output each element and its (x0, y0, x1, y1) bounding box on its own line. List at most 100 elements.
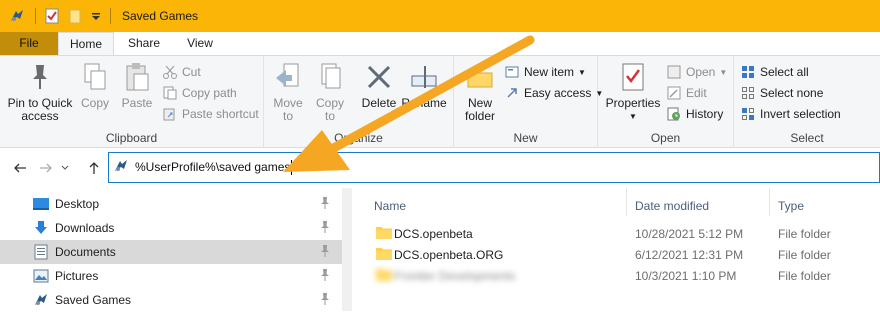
window-title: Saved Games (122, 9, 199, 23)
tab-home[interactable]: Home (58, 32, 114, 56)
open-group-label: Open (650, 131, 681, 145)
desktop-icon (33, 196, 49, 212)
file-name-blurred: Frontier Developments (394, 269, 516, 283)
column-header-name[interactable]: Name (374, 196, 406, 216)
address-input[interactable]: %UserProfile%\saved games (135, 159, 293, 176)
pin-to-quick-access-button[interactable]: Pin to Quick access (4, 62, 76, 123)
easy-access-icon (504, 85, 520, 101)
clipboard-group-label: Clipboard (105, 131, 158, 145)
properties-button[interactable]: Properties ▼ (602, 62, 664, 123)
new-folder-button[interactable]: New folder (460, 62, 500, 123)
paste-shortcut-label: Paste shortcut (182, 107, 259, 121)
qat-separator (110, 8, 111, 24)
file-date: 10/3/2021 1:10 PM (635, 269, 737, 283)
pinned-icon[interactable] (318, 292, 332, 306)
select-all-button[interactable]: Select all (740, 62, 809, 82)
edit-icon (666, 85, 682, 101)
new-item-button[interactable]: New item ▼ (504, 62, 586, 82)
open-icon (666, 64, 682, 80)
copy-icon (82, 62, 108, 95)
file-row[interactable]: DCS.openbeta 10/28/2021 5:12 PM File fol… (372, 224, 880, 245)
cut-label: Cut (182, 65, 201, 79)
address-value: %UserProfile%\saved games (135, 159, 291, 174)
nav-item-label: Desktop (55, 197, 100, 211)
up-arrow-icon[interactable] (84, 158, 104, 178)
saved-games-icon (33, 292, 49, 308)
file-row[interactable]: DCS.openbeta.ORG 6/12/2021 12:31 PM File… (372, 245, 880, 266)
delete-button[interactable]: Delete (358, 62, 400, 110)
pinned-icon[interactable] (318, 220, 332, 234)
organize-group: Move to Copy to Delete Rename Organize (264, 56, 454, 148)
copy-label: Copy (80, 96, 109, 110)
file-type: File folder (778, 248, 831, 262)
file-name: DCS.openbeta.ORG (394, 248, 504, 262)
copy-path-button[interactable]: Copy path (162, 83, 237, 103)
new-folder-icon (466, 63, 494, 94)
tab-share[interactable]: Share (118, 32, 170, 55)
file-row[interactable]: Frontier Developments 10/3/2021 1:10 PM … (372, 266, 880, 287)
nav-item-label: Pictures (55, 269, 99, 283)
properties-label: Properties (605, 96, 661, 110)
move-to-label-2: to (282, 109, 293, 123)
paste-shortcut-button[interactable]: Paste shortcut (162, 104, 259, 124)
nav-item-saved-games[interactable]: Saved Games (0, 288, 342, 312)
nav-item-label: Saved Games (55, 293, 132, 307)
properties-qat-icon[interactable] (43, 7, 61, 25)
nav-item-desktop[interactable]: Desktop (0, 192, 342, 216)
nav-item-pictures[interactable]: Pictures (0, 264, 342, 288)
back-arrow-icon[interactable] (10, 158, 30, 178)
app-icon[interactable] (8, 7, 26, 25)
edit-label: Edit (686, 86, 707, 100)
copy-path-icon (162, 85, 178, 101)
open-label: Open (686, 65, 716, 79)
navigation-pane-scrollbar[interactable] (342, 188, 352, 311)
paste-button[interactable]: Paste (118, 62, 156, 110)
open-button[interactable]: Open ▼ (666, 62, 727, 82)
tab-view[interactable]: View (174, 32, 226, 55)
clipboard-group: Pin to Quick access Copy Paste Cut Copy … (0, 56, 264, 148)
select-all-label: Select all (760, 65, 809, 79)
easy-access-label: Easy access (524, 86, 592, 100)
pinned-icon[interactable] (318, 244, 332, 258)
cut-button[interactable]: Cut (162, 62, 201, 82)
invert-selection-button[interactable]: Invert selection (740, 104, 841, 124)
history-button[interactable]: History (666, 104, 723, 124)
nav-item-downloads[interactable]: Downloads (0, 216, 342, 240)
recent-locations-chevron-icon[interactable] (58, 158, 72, 178)
new-item-label: New item (524, 65, 575, 79)
column-divider[interactable] (769, 188, 770, 216)
organize-group-label: Organize (334, 131, 383, 145)
copy-button[interactable]: Copy (78, 62, 112, 110)
forward-arrow-icon[interactable] (36, 158, 56, 178)
new-folder-label-2: folder (464, 109, 496, 123)
edit-button[interactable]: Edit (666, 83, 707, 103)
pinned-icon[interactable] (318, 268, 332, 282)
select-group-label: Select (790, 131, 824, 145)
column-divider[interactable] (626, 188, 627, 216)
easy-access-button[interactable]: Easy access ▼ (504, 83, 603, 103)
qat-dropdown-icon[interactable] (91, 7, 101, 25)
column-header-date-modified[interactable]: Date modified (635, 196, 709, 216)
history-icon (666, 106, 682, 122)
copy-to-button[interactable]: Copy to (310, 62, 350, 123)
cut-icon (162, 64, 178, 80)
ribbon: Pin to Quick access Copy Paste Cut Copy … (0, 55, 880, 148)
column-header-type[interactable]: Type (778, 196, 804, 216)
select-none-button[interactable]: Select none (740, 83, 823, 103)
rename-label: Rename (401, 96, 447, 110)
pinned-icon[interactable] (318, 196, 332, 210)
invert-selection-label: Invert selection (760, 107, 841, 121)
rename-button[interactable]: Rename (400, 62, 448, 110)
folder-icon (376, 268, 392, 281)
new-folder-qat-icon[interactable] (67, 7, 85, 25)
move-to-button[interactable]: Move to (268, 62, 308, 123)
navigation-pane: Desktop Downloads Documents Pictures Sav… (0, 188, 352, 311)
address-bar[interactable]: %UserProfile%\saved games (108, 152, 880, 183)
tab-file[interactable]: File (0, 32, 58, 55)
pin-label-2: access (21, 109, 59, 123)
file-type: File folder (778, 269, 831, 283)
folder-icon (376, 247, 392, 260)
paste-label: Paste (121, 96, 153, 110)
new-group: New folder New item ▼ Easy access ▼ New (454, 56, 603, 148)
nav-item-documents[interactable]: Documents (0, 240, 342, 264)
